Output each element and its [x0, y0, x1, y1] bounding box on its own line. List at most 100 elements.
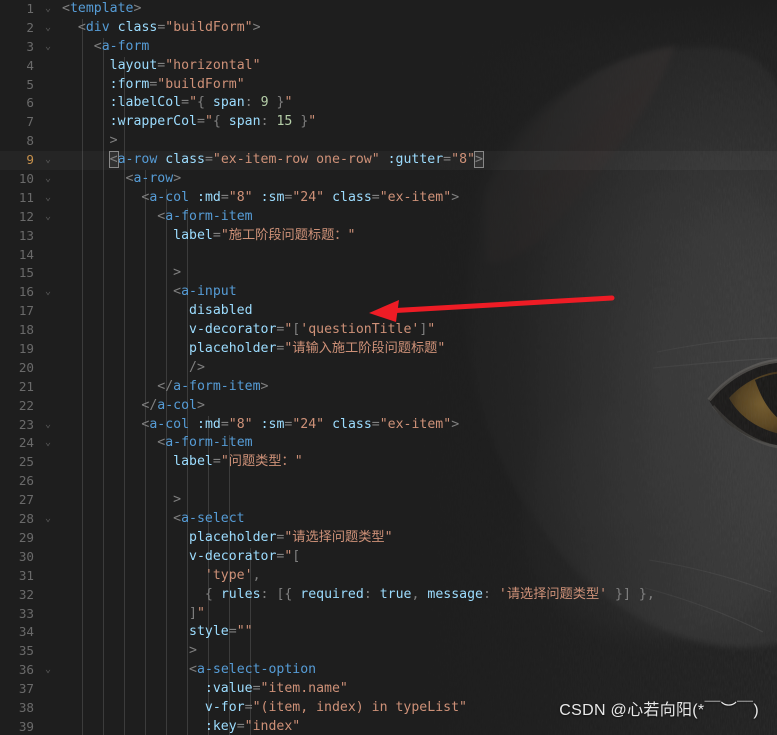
code-text: <template> — [62, 1, 142, 16]
line-number: 1 — [26, 1, 34, 16]
line-number: 17 — [18, 303, 34, 319]
chevron-down-icon[interactable]: ⌄ — [41, 510, 55, 529]
code-editor[interactable]: 1 ⌄ <template> 2 ⌄ <div class="buildForm"> 3 ⌄… — [0, 0, 777, 735]
code-text: <div class="buildForm"> — [77, 19, 261, 35]
code-line[interactable]: 35 > — [0, 642, 777, 661]
code-line[interactable]: 8 > — [0, 132, 777, 151]
code-text: <a-form-item — [157, 435, 253, 451]
line-number: 24 — [18, 435, 34, 451]
code-line[interactable]: 16 ⌄ <a-input — [0, 283, 777, 302]
line-number: 10 — [18, 171, 34, 187]
line-number: 33 — [18, 605, 34, 621]
code-line[interactable]: 17 disabled — [0, 302, 777, 321]
line-number: 22 — [18, 397, 34, 413]
line-number: 27 — [18, 492, 34, 508]
chevron-down-icon[interactable]: ⌄ — [41, 0, 55, 19]
chevron-down-icon[interactable]: ⌄ — [41, 170, 55, 189]
line-number: 19 — [18, 341, 34, 357]
code-line[interactable]: 10 ⌄ <a-row> — [0, 170, 777, 189]
code-line[interactable]: 32 { rules: [{ required: true, message: … — [0, 586, 777, 605]
chevron-down-icon[interactable]: ⌄ — [41, 189, 55, 208]
code-line[interactable]: 13 label="施工阶段问题标题：" — [0, 227, 777, 246]
line-number: 21 — [18, 378, 34, 394]
code-text: > — [109, 133, 118, 149]
code-line[interactable]: 20 /> — [0, 359, 777, 378]
line-number: 26 — [18, 473, 34, 489]
line-number: 28 — [18, 511, 34, 527]
line-number: 37 — [18, 681, 34, 697]
code-line[interactable]: 1 ⌄ <template> — [0, 0, 777, 19]
code-line[interactable]: 30 v-decorator="[ — [0, 548, 777, 567]
code-line[interactable]: 18 v-decorator="['questionTitle']" — [0, 321, 777, 340]
chevron-down-icon[interactable]: ⌄ — [41, 661, 55, 680]
chevron-down-icon[interactable]: ⌄ — [41, 283, 55, 302]
code-line[interactable]: 28 ⌄ <a-select — [0, 510, 777, 529]
code-text: <a-col :md="8" :sm="24" class="ex-item"> — [141, 416, 460, 432]
code-line[interactable]: 7 :wrapperCol="{ span: 15 }" — [0, 113, 777, 132]
line-number: 20 — [18, 359, 34, 375]
code-text: ]" — [189, 605, 205, 621]
code-line[interactable]: 12 ⌄ <a-form-item — [0, 208, 777, 227]
line-number: 14 — [18, 246, 34, 262]
line-number: 36 — [18, 662, 34, 678]
code-text: layout="horizontal" — [109, 57, 261, 73]
code-text: placeholder="请选择问题类型" — [189, 529, 393, 545]
code-line[interactable]: 31 'type', — [0, 567, 777, 586]
line-number: 16 — [18, 284, 34, 300]
code-line[interactable]: 22 </a-col> — [0, 397, 777, 416]
code-line[interactable]: 4 layout="horizontal" — [0, 57, 777, 76]
line-number: 38 — [18, 699, 34, 715]
line-number: 3 — [26, 38, 34, 54]
code-text: v-decorator="[ — [189, 548, 301, 564]
code-text: </a-form-item> — [157, 378, 269, 394]
code-line[interactable]: 27 > — [0, 491, 777, 510]
line-number: 6 — [26, 95, 34, 111]
chevron-down-icon[interactable]: ⌄ — [41, 434, 55, 453]
code-text: label="问题类型：" — [173, 454, 303, 470]
code-line[interactable]: 9 ⌄ <a-row class="ex-item-row one-row" :g… — [0, 151, 777, 170]
chevron-down-icon[interactable]: ⌄ — [41, 416, 55, 435]
code-text: <a-input — [173, 284, 237, 300]
line-number: 30 — [18, 548, 34, 564]
chevron-down-icon[interactable]: ⌄ — [41, 19, 55, 38]
code-text: v-for="(item, index) in typeList" — [204, 699, 467, 715]
code-line[interactable]: 5 :form="buildForm" — [0, 76, 777, 95]
code-line[interactable]: 15 > — [0, 264, 777, 283]
code-line[interactable]: 24 ⌄ <a-form-item — [0, 434, 777, 453]
code-line[interactable]: 34 style="" — [0, 623, 777, 642]
code-line[interactable]: 36 ⌄ <a-select-option — [0, 661, 777, 680]
code-text: { rules: [{ required: true, message: '请选… — [204, 586, 655, 602]
code-text: placeholder="请输入施工阶段问题标题" — [189, 341, 446, 357]
code-lines[interactable]: 1 ⌄ <template> 2 ⌄ <div class="buildForm"> 3 ⌄… — [0, 0, 777, 735]
line-number: 11 — [18, 189, 34, 205]
code-text: style="" — [189, 624, 253, 640]
code-line[interactable]: 25 label="问题类型：" — [0, 453, 777, 472]
code-line[interactable]: 3 ⌄ <a-form — [0, 38, 777, 57]
code-text: > — [189, 643, 197, 659]
code-text: :labelCol="{ span: 9 }" — [109, 95, 293, 111]
code-text: :key="index" — [204, 718, 301, 734]
code-line[interactable]: 21 </a-form-item> — [0, 378, 777, 397]
code-line[interactable]: 2 ⌄ <div class="buildForm"> — [0, 19, 777, 38]
code-line[interactable]: 23 ⌄ <a-col :md="8" :sm="24" class="ex-it… — [0, 416, 777, 435]
line-number: 13 — [18, 227, 34, 243]
line-number: 29 — [18, 529, 34, 545]
code-line[interactable]: 6 :labelCol="{ span: 9 }" — [0, 94, 777, 113]
line-number: 15 — [18, 265, 34, 281]
code-line[interactable]: 26 — [0, 472, 777, 491]
line-number: 34 — [18, 624, 34, 640]
code-line[interactable]: 11 ⌄ <a-col :md="8" :sm="24" class="ex-it… — [0, 189, 777, 208]
code-text: <a-form-item — [157, 208, 253, 224]
chevron-down-icon[interactable]: ⌄ — [41, 38, 55, 57]
chevron-down-icon[interactable]: ⌄ — [41, 208, 55, 227]
code-line[interactable]: 37 :value="item.name" — [0, 680, 777, 699]
line-number: 31 — [18, 567, 34, 583]
line-number: 18 — [18, 322, 34, 338]
code-line[interactable]: 29 placeholder="请选择问题类型" — [0, 529, 777, 548]
code-line[interactable]: 33 ]" — [0, 605, 777, 624]
code-text: /> — [189, 359, 205, 375]
code-line[interactable]: 14 — [0, 246, 777, 265]
code-line[interactable]: 19 placeholder="请输入施工阶段问题标题" — [0, 340, 777, 359]
chevron-down-icon[interactable]: ⌄ — [41, 151, 55, 170]
